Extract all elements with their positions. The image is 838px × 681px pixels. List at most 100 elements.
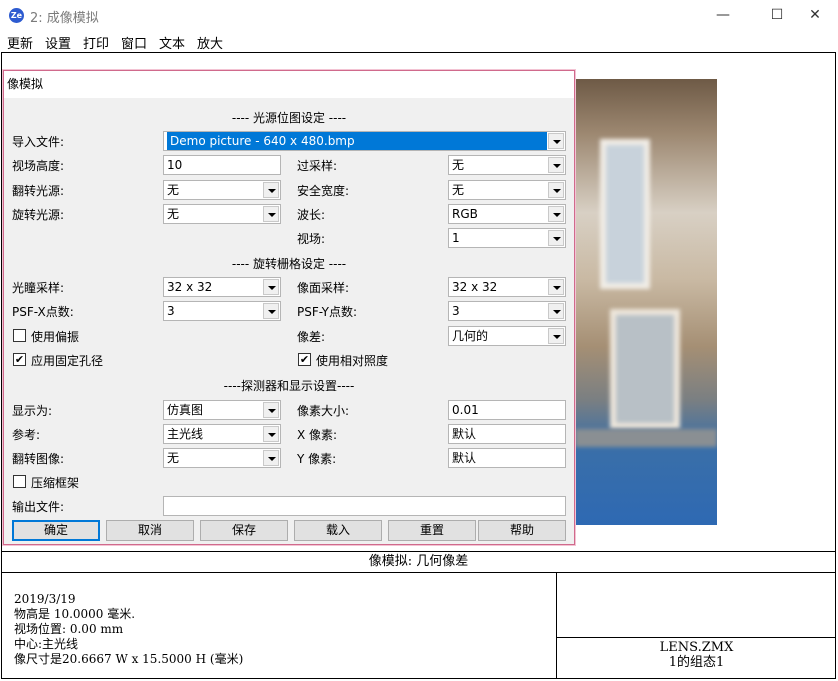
info-field-position: 视场位置: 0.00 mm: [14, 622, 124, 636]
chevron-down-icon[interactable]: [263, 303, 279, 319]
chevron-down-icon[interactable]: [548, 303, 564, 319]
reset-button[interactable]: 重置: [388, 520, 476, 541]
menu-text[interactable]: 文本: [159, 33, 185, 52]
guard-band-value: 无: [452, 183, 465, 197]
fixed-aperture-label: 应用固定孔径: [31, 354, 104, 368]
image-simulation-dialog: 像模拟 ---- 光源位图设定 ---- 导入文件: Demo picture …: [3, 70, 575, 545]
y-pixels-label: Y 像素:: [297, 452, 337, 466]
help-button[interactable]: 帮助: [478, 520, 566, 541]
plot-caption: 像模拟: 几何像差: [368, 554, 469, 569]
cancel-button[interactable]: 取消: [106, 520, 194, 541]
info-object-height: 物高是 10.0000 毫米.: [14, 607, 136, 621]
flip-source-label: 翻转光源:: [12, 184, 65, 198]
image-rail-feature: [575, 429, 717, 447]
chevron-down-icon[interactable]: [548, 182, 564, 198]
minimize-button[interactable]: —: [700, 0, 746, 31]
chevron-down-icon[interactable]: [548, 328, 564, 344]
psf-y-label: PSF-Y点数:: [297, 305, 358, 319]
rotate-source-select[interactable]: 无: [163, 204, 281, 224]
chevron-down-icon[interactable]: [263, 182, 279, 198]
flip-source-select[interactable]: 无: [163, 180, 281, 200]
psf-y-value: 3: [452, 304, 460, 318]
relative-illumination-label: 使用相对照度: [316, 354, 389, 368]
import-file-label: 导入文件:: [12, 135, 65, 149]
caption-divider-bottom: [1, 572, 836, 573]
title-bar: Ze 2: 成像模拟 — ☐ ✕: [0, 0, 838, 31]
image-sampling-label: 像面采样:: [297, 281, 350, 295]
reference-value: 主光线: [167, 427, 204, 441]
output-file-label: 输出文件:: [12, 500, 65, 514]
import-file-select[interactable]: Demo picture - 640 x 480.bmp: [163, 131, 566, 151]
compress-frame-checkbox[interactable]: [13, 475, 26, 488]
psf-x-select[interactable]: 3: [163, 301, 281, 321]
wavelength-select[interactable]: RGB: [448, 204, 566, 224]
output-file-input[interactable]: [163, 496, 566, 516]
chevron-down-icon[interactable]: [548, 133, 564, 149]
lens-file-name: LENS.ZMX: [659, 640, 734, 655]
field-height-label: 视场高度:: [12, 159, 65, 173]
section-source-bitmap: ---- 光源位图设定 ----: [231, 111, 347, 125]
oversample-select[interactable]: 无: [448, 155, 566, 175]
field-value: 1: [452, 231, 460, 245]
pupil-sampling-select[interactable]: 32 x 32: [163, 277, 281, 297]
field-select[interactable]: 1: [448, 228, 566, 248]
aberration-select[interactable]: 几何的: [448, 326, 566, 346]
info-date: 2019/3/19: [14, 592, 76, 606]
x-pixels-label: X 像素:: [297, 428, 338, 442]
fixed-aperture-checkbox[interactable]: ✔: [13, 353, 26, 366]
chevron-down-icon[interactable]: [263, 279, 279, 295]
lens-box-divider: [557, 637, 836, 638]
section-rotation-grid: ---- 旋转栅格设定 ----: [231, 257, 347, 271]
configuration: 1的组态1: [668, 655, 725, 670]
info-image-size: 像尺寸是20.6667 W x 15.5000 H (毫米): [14, 652, 244, 666]
info-text: 2019/3/19 物高是 10.0000 毫米. 视场位置: 0.00 mm …: [14, 592, 243, 667]
wavelength-value: RGB: [452, 207, 478, 221]
show-as-label: 显示为:: [12, 404, 53, 418]
image-window-feature: [600, 139, 650, 289]
lens-info: LENS.ZMX 1的组态1: [557, 640, 836, 670]
menu-settings[interactable]: 设置: [45, 33, 71, 52]
chevron-down-icon[interactable]: [263, 426, 279, 442]
chevron-down-icon[interactable]: [548, 279, 564, 295]
pixel-size-label: 像素大小:: [297, 404, 350, 418]
guard-band-label: 安全宽度:: [297, 184, 350, 198]
image-sampling-select[interactable]: 32 x 32: [448, 277, 566, 297]
save-button[interactable]: 保存: [200, 520, 288, 541]
section-detector-display: ----探测器和显示设置----: [223, 379, 355, 393]
menu-zoom[interactable]: 放大: [197, 33, 223, 52]
chevron-down-icon[interactable]: [548, 206, 564, 222]
aberration-value: 几何的: [452, 329, 489, 343]
chevron-down-icon[interactable]: [548, 157, 564, 173]
psf-y-select[interactable]: 3: [448, 301, 566, 321]
menu-print[interactable]: 打印: [83, 33, 109, 52]
field-height-input[interactable]: 10: [163, 155, 281, 175]
psf-x-label: PSF-X点数:: [12, 305, 74, 319]
compress-frame-label: 压缩框架: [31, 476, 80, 490]
chevron-down-icon[interactable]: [263, 206, 279, 222]
relative-illumination-checkbox[interactable]: ✔: [298, 353, 311, 366]
app-icon: Ze: [9, 8, 24, 23]
flip-image-select[interactable]: 无: [163, 448, 281, 468]
guard-band-select[interactable]: 无: [448, 180, 566, 200]
reference-select[interactable]: 主光线: [163, 424, 281, 444]
rotate-source-value: 无: [167, 207, 180, 221]
info-center: 中心:主光线: [14, 637, 79, 651]
rotate-source-label: 旋转光源:: [12, 208, 65, 222]
ok-button[interactable]: 确定: [12, 520, 100, 541]
y-pixels-input[interactable]: 默认: [448, 448, 566, 468]
chevron-down-icon[interactable]: [263, 402, 279, 418]
pixel-size-input[interactable]: 0.01: [448, 400, 566, 420]
flip-source-value: 无: [167, 183, 180, 197]
psf-x-value: 3: [167, 304, 175, 318]
menu-window[interactable]: 窗口: [121, 33, 147, 52]
use-polarization-checkbox[interactable]: [13, 329, 26, 342]
oversample-value: 无: [452, 158, 465, 172]
close-button[interactable]: ✕: [792, 0, 838, 31]
show-as-select[interactable]: 仿真图: [163, 400, 281, 420]
load-button[interactable]: 载入: [294, 520, 382, 541]
x-pixels-input[interactable]: 默认: [448, 424, 566, 444]
chevron-down-icon[interactable]: [263, 450, 279, 466]
chevron-down-icon[interactable]: [548, 230, 564, 246]
wavelength-label: 波长:: [297, 208, 326, 222]
menu-update[interactable]: 更新: [7, 33, 33, 52]
